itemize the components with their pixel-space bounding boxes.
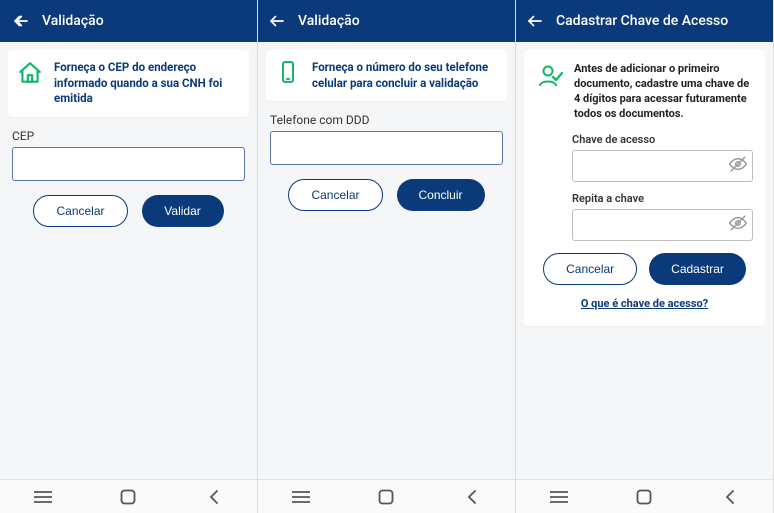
header-title: Validação (42, 13, 104, 29)
info-banner: Forneça o CEP do endereço informado quan… (8, 50, 249, 117)
telefone-input[interactable] (270, 131, 503, 165)
button-row: Cancelar Concluir (270, 179, 503, 211)
cep-input[interactable] (12, 147, 245, 181)
repita-chave-input[interactable] (572, 209, 753, 241)
home-icon (16, 60, 44, 86)
register-button[interactable]: Cadastrar (649, 253, 746, 285)
recents-icon[interactable] (548, 486, 570, 508)
what-is-key-link[interactable]: O que é chave de acesso? (536, 297, 753, 310)
banner-text: Antes de adicionar o primeiro documento,… (574, 62, 753, 121)
cancel-button[interactable]: Cancelar (543, 253, 637, 285)
form-area: Chave de acesso Repita a chave (536, 133, 753, 241)
card: Antes de adicionar o primeiro documento,… (524, 50, 765, 326)
form-area: Telefone com DDD Cancelar Concluir (258, 109, 515, 211)
home-nav-icon[interactable] (117, 486, 139, 508)
recents-icon[interactable] (32, 486, 54, 508)
android-nav-bar (0, 479, 257, 513)
input-label-cep: CEP (12, 129, 245, 143)
app-header: Cadastrar Chave de Acesso (516, 0, 773, 42)
conclude-button[interactable]: Concluir (397, 179, 485, 211)
banner-text: Forneça o CEP do endereço informado quan… (54, 60, 237, 107)
header-title: Validação (298, 13, 360, 29)
back-arrow-icon[interactable] (526, 12, 544, 30)
label-repita: Repita a chave (572, 192, 753, 205)
screen-validacao-cep: Validação Forneça o CEP do endereço info… (0, 0, 258, 513)
back-nav-icon[interactable] (461, 486, 483, 508)
back-nav-icon[interactable] (719, 486, 741, 508)
label-chave: Chave de acesso (572, 133, 753, 146)
button-row: Cancelar Validar (12, 195, 245, 227)
android-nav-bar (516, 479, 773, 513)
recents-icon[interactable] (290, 486, 312, 508)
app-header: Validação (0, 0, 257, 42)
toggle-visibility-icon[interactable] (729, 214, 747, 236)
toggle-visibility-icon[interactable] (729, 155, 747, 177)
banner-text: Forneça o número do seu telefone celular… (312, 60, 495, 91)
info-banner: Antes de adicionar o primeiro documento,… (536, 62, 753, 121)
phone-icon (274, 60, 302, 86)
input-label-telefone: Telefone com DDD (270, 113, 503, 127)
home-nav-icon[interactable] (633, 486, 655, 508)
cancel-button[interactable]: Cancelar (288, 179, 382, 211)
screen-validacao-telefone: Validação Forneça o número do seu telefo… (258, 0, 516, 513)
screen-cadastrar-chave: Cadastrar Chave de Acesso Antes de adici… (516, 0, 774, 513)
chave-input[interactable] (572, 150, 753, 182)
button-row: Cancelar Cadastrar (536, 253, 753, 285)
form-area: CEP Cancelar Validar (0, 125, 257, 227)
android-nav-bar (258, 479, 515, 513)
app-header: Validação (258, 0, 515, 42)
back-arrow-icon[interactable] (12, 12, 30, 30)
user-check-icon (536, 62, 564, 90)
validate-button[interactable]: Validar (142, 195, 224, 227)
home-nav-icon[interactable] (375, 486, 397, 508)
cancel-button[interactable]: Cancelar (33, 195, 127, 227)
header-title: Cadastrar Chave de Acesso (556, 13, 728, 29)
info-banner: Forneça o número do seu telefone celular… (266, 50, 507, 101)
back-arrow-icon[interactable] (268, 12, 286, 30)
back-nav-icon[interactable] (203, 486, 225, 508)
